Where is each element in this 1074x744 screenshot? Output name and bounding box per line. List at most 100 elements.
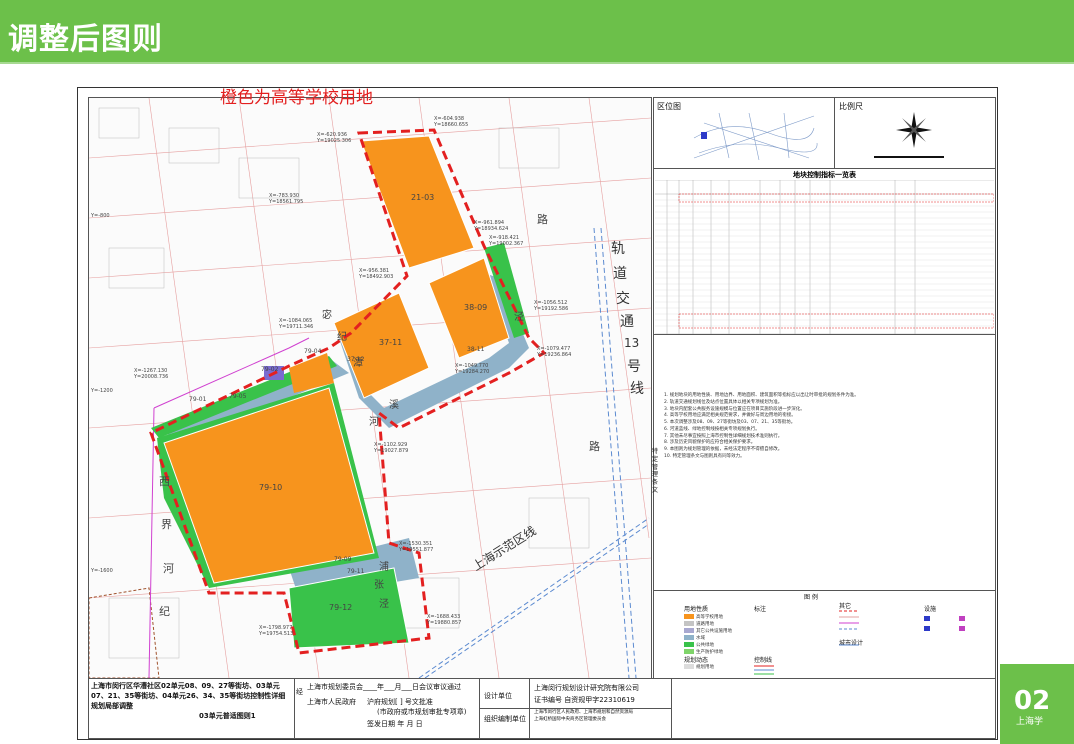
coord-label: X=-961.894 Y=18934.624 bbox=[474, 220, 509, 232]
coord-label: X=-1102.929 Y=19027.879 bbox=[374, 442, 409, 454]
y-label: Y=-800 bbox=[91, 213, 110, 219]
note-item: 9. 本图则为规划管理的依据，未经法定程序不得擅自修改。 bbox=[664, 447, 783, 452]
road-char-xi2: 溪 bbox=[389, 400, 399, 411]
facility-icon bbox=[924, 616, 930, 621]
coord-label: X=-783.930 Y=18561.795 bbox=[269, 193, 304, 205]
coord-label: X=-956.381 Y=18492.903 bbox=[359, 268, 394, 280]
legend-facility: 设施 bbox=[924, 606, 937, 613]
note-item: 5. 本次调整涉及08、09、27等街坊及03、07、21、35等街坊。 bbox=[664, 420, 796, 425]
road-char: 路 bbox=[589, 440, 600, 453]
facility-icon bbox=[924, 626, 930, 631]
note-item: 1. 规划地块的用地性质、用地边界、用地面积、建筑面积等指标应以出让时审批的规划… bbox=[664, 393, 859, 398]
parcel-label-79-10: 79-10 bbox=[259, 483, 283, 492]
compass-icon bbox=[896, 112, 932, 148]
legend-control-line: 控制线 bbox=[754, 657, 773, 664]
designer-label: 设计单位 bbox=[484, 692, 512, 700]
note-item: 2. 轨道交通规划线位及站点位置具体以相关专项规划为准。 bbox=[664, 399, 783, 405]
road-char: 路 bbox=[537, 213, 548, 226]
note-item: 4. 高等学校用地应满足相关规范要求，并做好与周边用地的衔接。 bbox=[664, 413, 796, 419]
legend-item: 其它公共设施用地 bbox=[684, 628, 732, 634]
approval-line-2: 上海市人民政府 bbox=[307, 698, 356, 706]
rail-13-char: 轨 bbox=[611, 241, 625, 257]
road-char-jin: 泾 bbox=[379, 599, 389, 610]
legend-item: 水域 bbox=[684, 635, 705, 641]
parcel-label-38-09: 38-09 bbox=[464, 303, 488, 312]
coord-label: X=-1688.433 Y=19880.857 bbox=[427, 614, 462, 626]
parcel-21-03 bbox=[360, 135, 475, 269]
page-number: 02 bbox=[1014, 686, 1051, 716]
badge-text: 上海学 bbox=[1016, 717, 1044, 727]
certificate: 证书编号 自资规甲字22310619 bbox=[534, 696, 635, 704]
rail-13-char: 通 bbox=[620, 314, 634, 330]
approval-line-1: 上海市规划委员会____年___月___日会议审议通过 bbox=[307, 683, 461, 691]
parcel-label-37-11: 37-11 bbox=[379, 338, 403, 347]
indicator-table bbox=[655, 180, 994, 335]
coord-label: X=-620.936 Y=19025.306 bbox=[317, 132, 352, 144]
y-label: Y=-1200 bbox=[91, 388, 113, 394]
legend-item: 生产防护绿地 bbox=[684, 649, 723, 655]
location-map bbox=[693, 112, 818, 161]
coord-label: X=-1798.977 Y=19754.513 bbox=[259, 625, 294, 637]
side-panel: 区位图 比例尺 地块控制指标一览表 1. 规划地块的用地性质、用地边界、用地面积… bbox=[652, 97, 996, 679]
special-terms-label: 特定管理条文 bbox=[652, 448, 659, 494]
project-title: 上海市闵行区华漕社区02单元08、09、27等街坊、03单元07、21、35等街… bbox=[91, 682, 286, 711]
parcel-label-79-12: 79-12 bbox=[329, 603, 353, 612]
header-divider bbox=[0, 62, 1074, 64]
road-char-xi: 西 bbox=[159, 475, 170, 488]
issue-date: 签发日期 年 月 日 bbox=[367, 720, 423, 728]
table-title: 地块控制指标一览表 bbox=[793, 171, 856, 179]
designer-name: 上海闵行规划设计研究院有限公司 bbox=[534, 684, 639, 692]
parcel-label-79-11: 79-11 bbox=[347, 568, 365, 575]
legend-land-use: 用地性质 bbox=[684, 606, 709, 613]
legend-title: 图 例 bbox=[804, 594, 818, 601]
road-char-zhang: 张 bbox=[374, 580, 384, 591]
note-item: 6. 河道蓝线、绿地控制线按相关专项规划执行。 bbox=[664, 426, 760, 432]
coord-label: X=-1079.477 Y=19236.864 bbox=[537, 346, 572, 358]
coord-label: X=-918.421 Y=19002.367 bbox=[489, 235, 524, 247]
road-char-jing: 泾 bbox=[514, 312, 524, 323]
col-label: 经 bbox=[296, 688, 303, 696]
scale-bar bbox=[874, 156, 944, 158]
title-block: 上海市闵行区华漕社区02单元08、09、27等街坊、03单元07、21、35等街… bbox=[88, 678, 996, 739]
organizer: 上海市闵行区人民政府、上海市规划和自然资源局 上海虹桥国际中央商务区管理委员会 bbox=[534, 710, 633, 722]
hatched-area bbox=[89, 587, 160, 678]
road-char-tan: 潭 bbox=[353, 358, 363, 369]
parcel-label-21-03: 21-03 bbox=[411, 193, 435, 202]
legend-item: 道路用地 bbox=[684, 621, 714, 627]
legend-lines bbox=[839, 610, 859, 646]
coord-label: X=-1530.351 Y=19551.877 bbox=[399, 541, 434, 553]
road-char-ji: 纪 bbox=[159, 605, 170, 618]
page-header: 调整后图则 bbox=[0, 0, 1074, 62]
road-char-he2: 河 bbox=[369, 417, 379, 428]
coord-label: X=-1267.130 Y=20008.736 bbox=[134, 368, 169, 380]
y-label: Y=-1600 bbox=[91, 568, 113, 574]
annotation-text: 橙色为高等学校用地 bbox=[220, 88, 373, 108]
parcel-label-79-02: 79-02 bbox=[261, 366, 279, 373]
parcel-label-79-01: 79-01 bbox=[189, 396, 207, 403]
rail-13-char: 交 bbox=[616, 291, 630, 307]
parcel-label-79-05: 79-05 bbox=[229, 393, 247, 400]
rail-13-char: 线 bbox=[630, 381, 644, 397]
approval-line-3: 沪府规划[ ] 号文批准 bbox=[367, 698, 433, 706]
coord-label: X=-1049.770 Y=19284.270 bbox=[455, 363, 490, 375]
parcel-label-38-11: 38-11 bbox=[467, 346, 485, 353]
legend-item: 高等学校用地 bbox=[684, 614, 723, 620]
note-item: 8. 涉及历史风貌保护的应符合相关保护要求。 bbox=[664, 440, 756, 446]
coord-label: X=-604.938 Y=18660.655 bbox=[434, 116, 469, 128]
page-badge: 02 上海学 bbox=[1000, 664, 1074, 744]
rail-13-char: 号 bbox=[627, 359, 641, 375]
parcel-label-79-09: 79-09 bbox=[334, 556, 352, 563]
facility-icon bbox=[959, 626, 965, 631]
notes-block: 1. 规划地块的用地性质、用地边界、用地面积、建筑面积等指标应以出让时审批的规划… bbox=[664, 393, 989, 461]
facility-icon bbox=[959, 616, 965, 621]
approval-line-4: (市政府或市规划审批专项章) bbox=[377, 708, 467, 716]
rail-13-char: 13 bbox=[624, 336, 640, 350]
planning-map: 21-03 37-11 38-09 79-10 79-12 79-01 79-0… bbox=[88, 97, 652, 679]
map-svg bbox=[89, 98, 651, 678]
org-label: 组织编制单位 bbox=[484, 715, 526, 723]
coord-label: X=-1084.065 Y=19711.346 bbox=[279, 318, 314, 330]
rail-line-demo bbox=[418, 517, 650, 678]
note-item: 10. 特定管理条文与图则具有同等效力。 bbox=[664, 453, 745, 459]
road-char-mi: 宓 bbox=[322, 310, 332, 321]
legend-dynamics: 规划动态 bbox=[684, 657, 709, 664]
